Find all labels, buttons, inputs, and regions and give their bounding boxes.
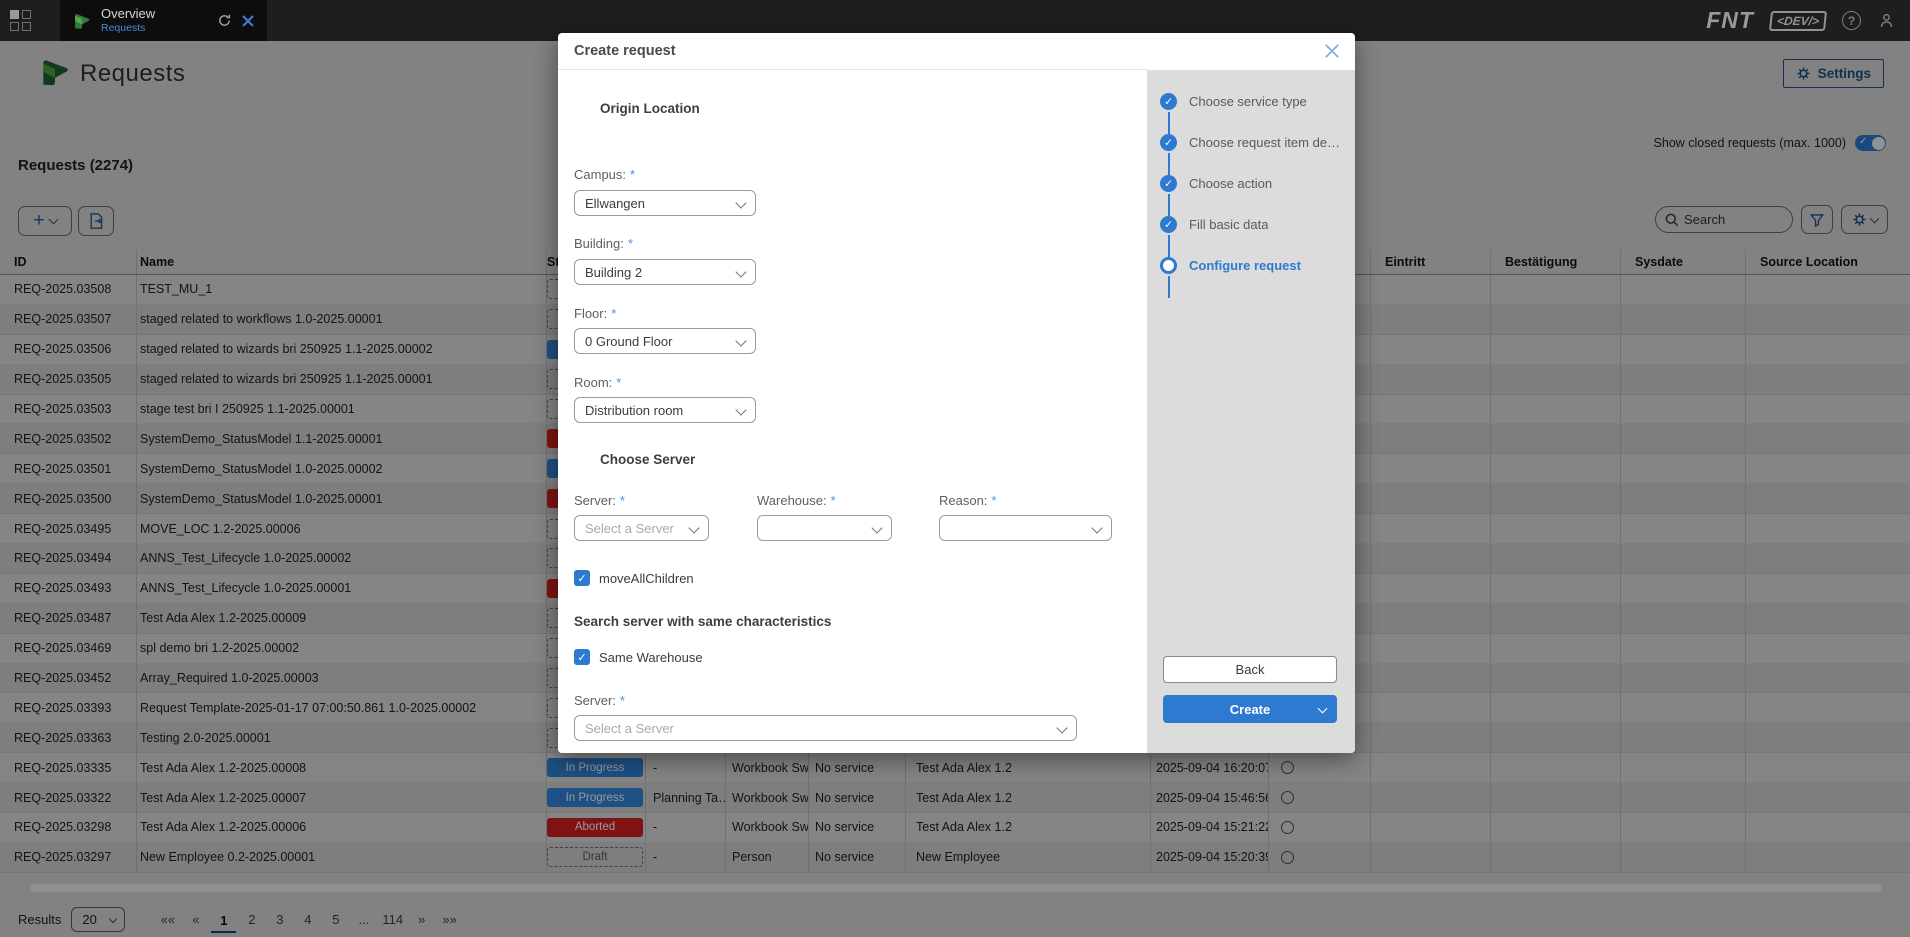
tab-title: Overview — [101, 7, 209, 22]
step-label: Choose service type — [1189, 94, 1307, 109]
wizard-steps: ✓ Choose service type ✓ Choose request i… — [1160, 92, 1349, 297]
wizard-sidebar: ✓ Choose service type ✓ Choose request i… — [1147, 70, 1355, 753]
campus-label: Campus:* — [574, 167, 635, 182]
close-tab-icon[interactable] — [239, 12, 257, 30]
apps-grid-icon[interactable] — [10, 10, 32, 32]
server-label: Server:* — [574, 493, 625, 508]
step-label: Choose request item de… — [1189, 135, 1340, 150]
reason-label: Reason:* — [939, 493, 996, 508]
modal-body: Origin Location Campus:* Ellwangen Build… — [558, 70, 1147, 753]
step-state-icon: ✓ — [1160, 216, 1177, 233]
back-button[interactable]: Back — [1163, 656, 1337, 683]
app-root: Requests Settings Show closed requests (… — [0, 0, 1910, 937]
step-label: Fill basic data — [1189, 217, 1268, 232]
floor-label: Floor:* — [574, 306, 616, 321]
fnt-wordmark: FNT — [1706, 7, 1754, 34]
server-select[interactable]: Select a Server — [574, 515, 709, 541]
same-warehouse-label: Same Warehouse — [599, 650, 703, 665]
warehouse-select[interactable] — [757, 515, 892, 541]
warehouse-label: Warehouse:* — [757, 493, 836, 508]
wizard-step[interactable]: ✓ Choose service type — [1160, 92, 1349, 133]
step-state-icon: ✓ — [1160, 93, 1177, 110]
room-label: Room:* — [574, 375, 621, 390]
tab-subtitle: Requests — [101, 22, 209, 34]
fnt-logo-icon — [72, 11, 92, 31]
step-state-icon: ✓ — [1160, 134, 1177, 151]
origin-location-heading: Origin Location — [600, 101, 700, 116]
step-label: Choose action — [1189, 176, 1272, 191]
dev-badge: <DEV/> — [1769, 11, 1827, 31]
server2-select[interactable]: Select a Server — [574, 715, 1077, 741]
step-state-icon: ✓ — [1160, 175, 1177, 192]
floor-select[interactable]: 0 Ground Floor — [574, 328, 756, 354]
same-warehouse-checkbox[interactable]: ✓ Same Warehouse — [574, 649, 703, 665]
choose-server-heading: Choose Server — [600, 452, 695, 467]
same-characteristics-heading: Search server with same characteristics — [574, 614, 831, 629]
refresh-icon[interactable] — [215, 12, 233, 30]
building-select[interactable]: Building 2 — [574, 259, 756, 285]
building-label: Building:* — [574, 236, 633, 251]
reason-select[interactable] — [939, 515, 1112, 541]
wizard-step[interactable]: ✓ Choose request item de… — [1160, 133, 1349, 174]
wizard-step[interactable]: ✓ Fill basic data — [1160, 215, 1349, 256]
user-icon[interactable] — [1877, 11, 1896, 30]
modal-title: Create request — [574, 33, 676, 69]
campus-select[interactable]: Ellwangen — [574, 190, 756, 216]
step-state-icon: ✓ — [1160, 257, 1177, 274]
create-request-modal: Create request Origin Location Campus:* … — [558, 33, 1355, 753]
close-icon[interactable] — [1323, 42, 1341, 60]
help-icon[interactable]: ? — [1842, 11, 1861, 30]
wizard-step[interactable]: ✓ Configure request — [1160, 256, 1349, 297]
create-button[interactable]: Create — [1163, 695, 1337, 723]
step-label: Configure request — [1189, 258, 1301, 273]
tab-overview[interactable]: Overview Requests — [60, 0, 267, 41]
move-all-children-label: moveAllChildren — [599, 571, 694, 586]
move-all-children-checkbox[interactable]: ✓ moveAllChildren — [574, 570, 694, 586]
checkbox-checked-icon: ✓ — [574, 570, 590, 586]
wizard-step[interactable]: ✓ Choose action — [1160, 174, 1349, 215]
chevron-down-icon — [1318, 704, 1328, 714]
brand-cluster: FNT <DEV/> ? — [1706, 0, 1896, 41]
checkbox-checked-icon: ✓ — [574, 649, 590, 665]
room-select[interactable]: Distribution room — [574, 397, 756, 423]
server2-label: Server:* — [574, 693, 625, 708]
